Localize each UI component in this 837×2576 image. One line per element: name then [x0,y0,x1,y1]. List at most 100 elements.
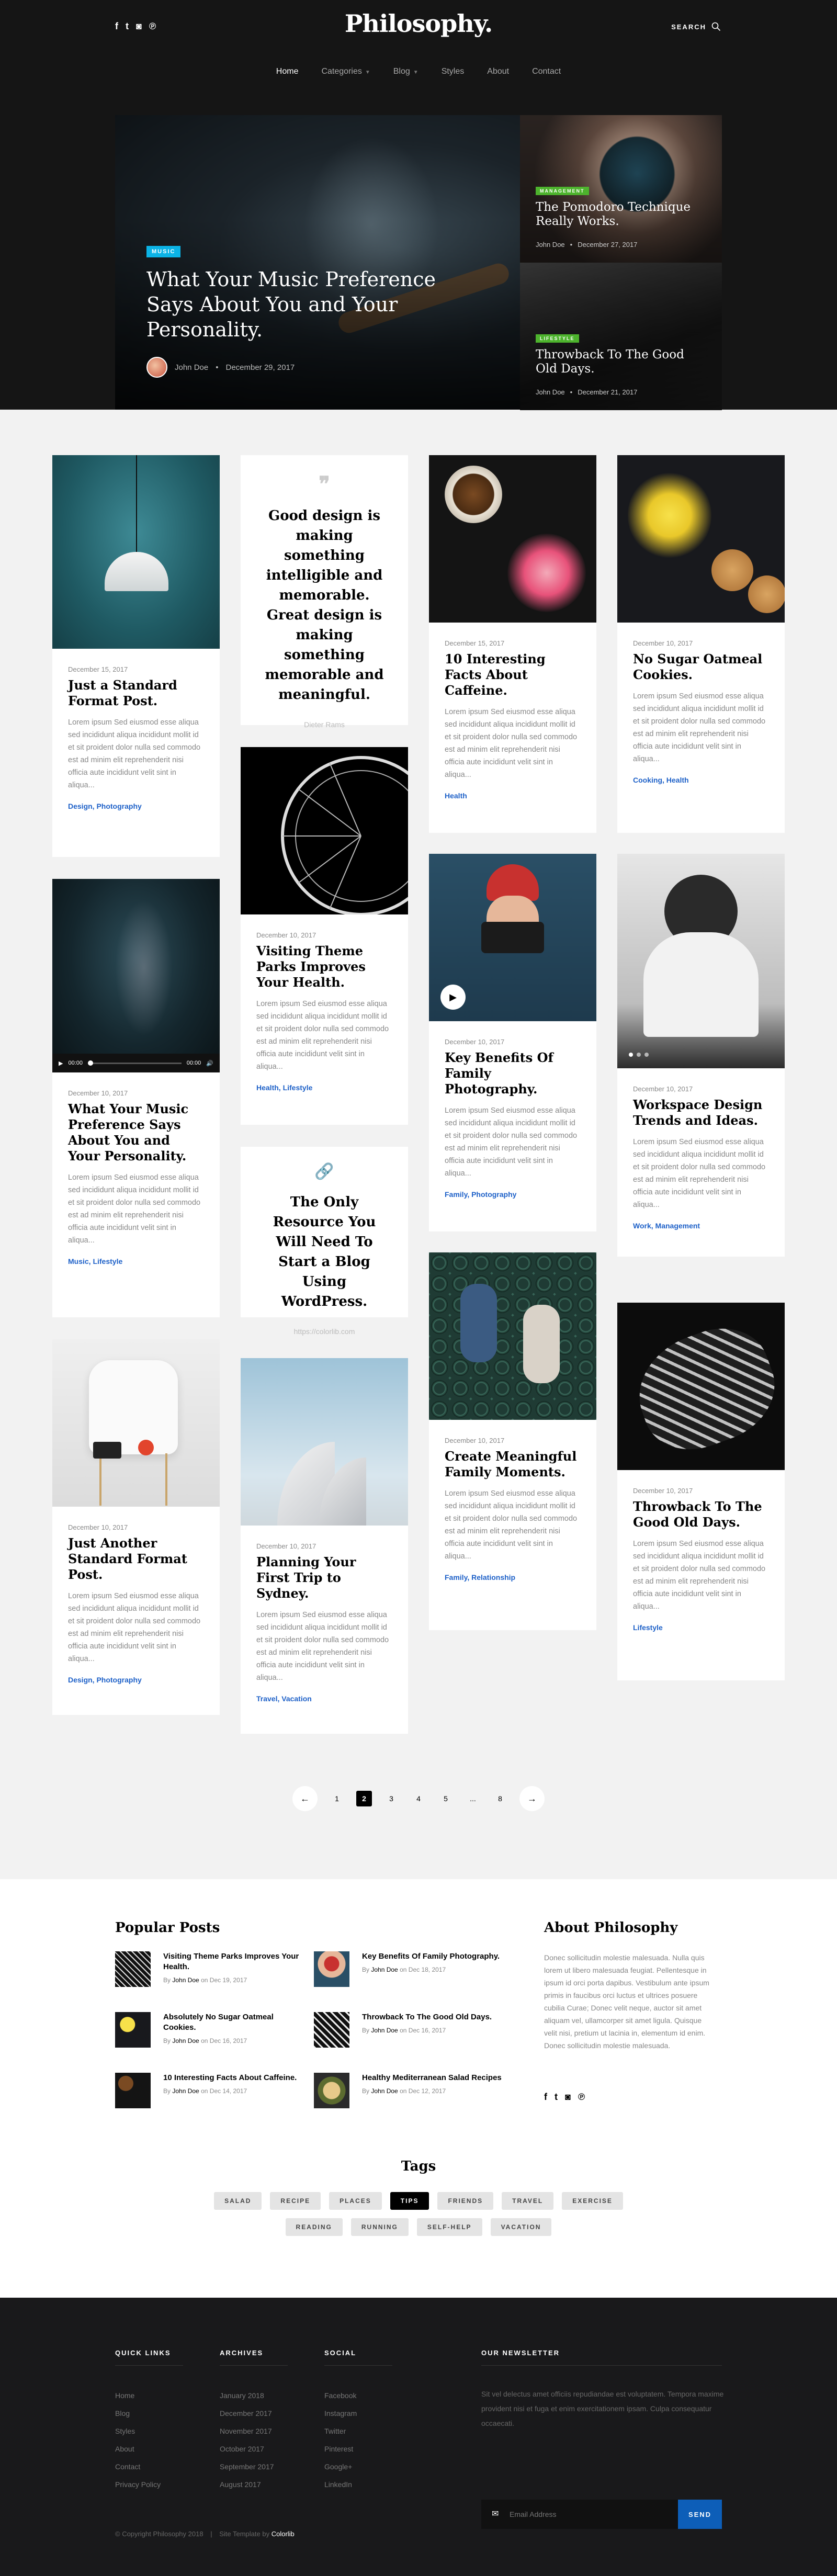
post-categories[interactable]: Lifestyle [633,1623,769,1632]
post-card-lamp[interactable]: December 15, 2017 Just a Standard Format… [52,455,220,857]
footer-link[interactable]: Twitter [324,2422,392,2440]
post-card-coffee[interactable]: December 15, 2017 10 Interesting Facts A… [429,455,596,833]
post-categories[interactable]: Family, Photography [445,1190,581,1199]
search-button[interactable]: SEARCH [671,22,721,31]
link-title[interactable]: The Only Resource You Will Need To Start… [241,1192,408,1312]
footer-link[interactable]: August 2017 [220,2476,288,2493]
footer-link[interactable]: Privacy Policy [115,2476,183,2493]
footer-link[interactable]: Contact [115,2458,183,2476]
post-card-family[interactable]: ▶ December 10, 2017 Key Benefits Of Fami… [429,854,596,1231]
footer-link[interactable]: Home [115,2387,183,2404]
post-title[interactable]: No Sugar Oatmeal Cookies. [633,651,769,683]
featured-side-title[interactable]: The Pomodoro Technique Really Works. [536,200,693,229]
featured-main-post[interactable]: MUSIC What Your Music Preference Says Ab… [115,115,520,410]
twitter-icon[interactable]: t [555,2092,558,2103]
post-title[interactable]: Just Another Standard Format Post. [68,1535,204,1583]
page-number[interactable]: 8 [492,1791,508,1806]
footer-link[interactable]: Google+ [324,2458,392,2476]
post-categories[interactable]: Health [445,792,581,800]
tag[interactable]: FRIENDS [437,2192,494,2210]
popular-title[interactable]: Healthy Mediterranean Salad Recipes [362,2073,502,2083]
tag[interactable]: TRAVEL [502,2192,554,2210]
gallery-dot[interactable] [644,1053,649,1057]
next-page-button[interactable]: → [519,1786,545,1811]
post-title[interactable]: Create Meaningful Family Moments. [445,1449,581,1480]
featured-side-post[interactable]: LIFESTYLE Throwback To The Good Old Days… [520,263,722,410]
tag[interactable]: READING [285,2218,343,2236]
popular-title[interactable]: Absolutely No Sugar Oatmeal Cookies. [163,2012,303,2033]
instagram-icon[interactable]: ◙ [565,2092,571,2103]
nav-item-styles[interactable]: Styles [430,67,476,76]
post-categories[interactable]: Health, Lifestyle [256,1083,392,1092]
footer-link[interactable]: Blog [115,2404,183,2422]
tag[interactable]: PLACES [329,2192,382,2210]
post-title[interactable]: What Your Music Preference Says About Yo… [68,1101,204,1164]
popular-title[interactable]: 10 Interesting Facts About Caffeine. [163,2073,297,2083]
post-card-wheel[interactable]: December 10, 2017 Visiting Theme Parks I… [241,747,408,1125]
post-title[interactable]: Throwback To The Good Old Days. [633,1499,769,1530]
page-number[interactable]: 4 [411,1791,426,1806]
post-title[interactable]: 10 Interesting Facts About Caffeine. [445,651,581,698]
page-number[interactable]: 1 [329,1791,345,1806]
author-name[interactable]: John Doe [172,2087,199,2095]
tag[interactable]: RUNNING [350,2218,409,2236]
post-categories[interactable]: Travel, Vacation [256,1694,392,1703]
category-badge[interactable]: MUSIC [146,246,181,257]
featured-title[interactable]: What Your Music Preference Says About Yo… [146,267,439,342]
page-number[interactable]: 5 [438,1791,454,1806]
template-author-link[interactable]: Colorlib [272,2530,295,2538]
footer-link[interactable]: Instagram [324,2404,392,2422]
post-title[interactable]: Planning Your First Trip to Sydney. [256,1554,392,1601]
tag-active[interactable]: TIPS [390,2192,429,2210]
popular-title[interactable]: Throwback To The Good Old Days. [362,2012,492,2023]
play-icon[interactable]: ▶ [59,1060,63,1067]
category-badge[interactable]: MANAGEMENT [536,187,589,195]
author-name[interactable]: John Doe [172,2037,199,2044]
page-number-current[interactable]: 2 [356,1791,372,1806]
popular-item[interactable]: Key Benefits Of Family Photography. By J… [314,1951,502,1987]
audio-player[interactable]: ▶ 00:00 00:00 🔊 [52,1054,220,1072]
post-card-chair[interactable]: December 10, 2017 Just Another Standard … [52,1339,220,1715]
post-card-cookies[interactable]: December 10, 2017 No Sugar Oatmeal Cooki… [617,455,785,833]
popular-thumb[interactable] [115,2012,151,2048]
footer-link[interactable]: Pinterest [324,2440,392,2458]
footer-link[interactable]: January 2018 [220,2387,288,2404]
popular-thumb[interactable] [314,2012,349,2048]
popular-thumb[interactable] [314,1951,349,1987]
tag[interactable]: SALAD [214,2192,262,2210]
category-badge[interactable]: LIFESTYLE [536,334,579,343]
prev-page-button[interactable]: ← [292,1786,318,1811]
footer-link[interactable]: October 2017 [220,2440,288,2458]
post-categories[interactable]: Design, Photography [68,802,204,810]
post-thumbnail[interactable] [241,747,408,914]
post-card-sydney[interactable]: December 10, 2017 Planning Your First Tr… [241,1358,408,1734]
post-card-workspace[interactable]: December 10, 2017 Workspace Design Trend… [617,854,785,1257]
post-thumbnail[interactable]: ▶ [429,854,596,1021]
nav-item-home[interactable]: Home [265,67,310,76]
post-categories[interactable]: Work, Management [633,1222,769,1230]
email-field[interactable] [481,2500,678,2529]
tag[interactable]: EXERCISE [562,2192,623,2210]
author-name[interactable]: John Doe [371,2087,398,2095]
post-thumbnail[interactable] [52,455,220,649]
post-thumbnail[interactable] [52,1339,220,1507]
nav-item-about[interactable]: About [476,67,521,76]
footer-link[interactable]: September 2017 [220,2458,288,2476]
popular-item[interactable]: 10 Interesting Facts About Caffeine. By … [115,2073,303,2108]
popular-item[interactable]: Healthy Mediterranean Salad Recipes By J… [314,2073,502,2108]
post-categories[interactable]: Family, Relationship [445,1573,581,1581]
featured-side-title[interactable]: Throwback To The Good Old Days. [536,348,693,376]
popular-title[interactable]: Key Benefits Of Family Photography. [362,1951,500,1962]
post-title[interactable]: Key Benefits Of Family Photography. [445,1050,581,1097]
popular-thumb[interactable] [314,2073,349,2108]
audio-progress[interactable] [88,1060,182,1066]
post-thumbnail[interactable] [429,455,596,623]
author-name[interactable]: John Doe [371,1966,398,1973]
post-card-link[interactable]: 🔗 The Only Resource You Will Need To Sta… [241,1147,408,1336]
nav-item-contact[interactable]: Contact [521,67,572,76]
footer-link[interactable]: About [115,2440,183,2458]
post-thumbnail[interactable]: ▶ 00:00 00:00 🔊 [52,879,220,1072]
audio-scrubber[interactable] [88,1060,93,1066]
tag[interactable]: SELF-HELP [416,2218,482,2236]
tag[interactable]: VACATION [490,2218,552,2236]
